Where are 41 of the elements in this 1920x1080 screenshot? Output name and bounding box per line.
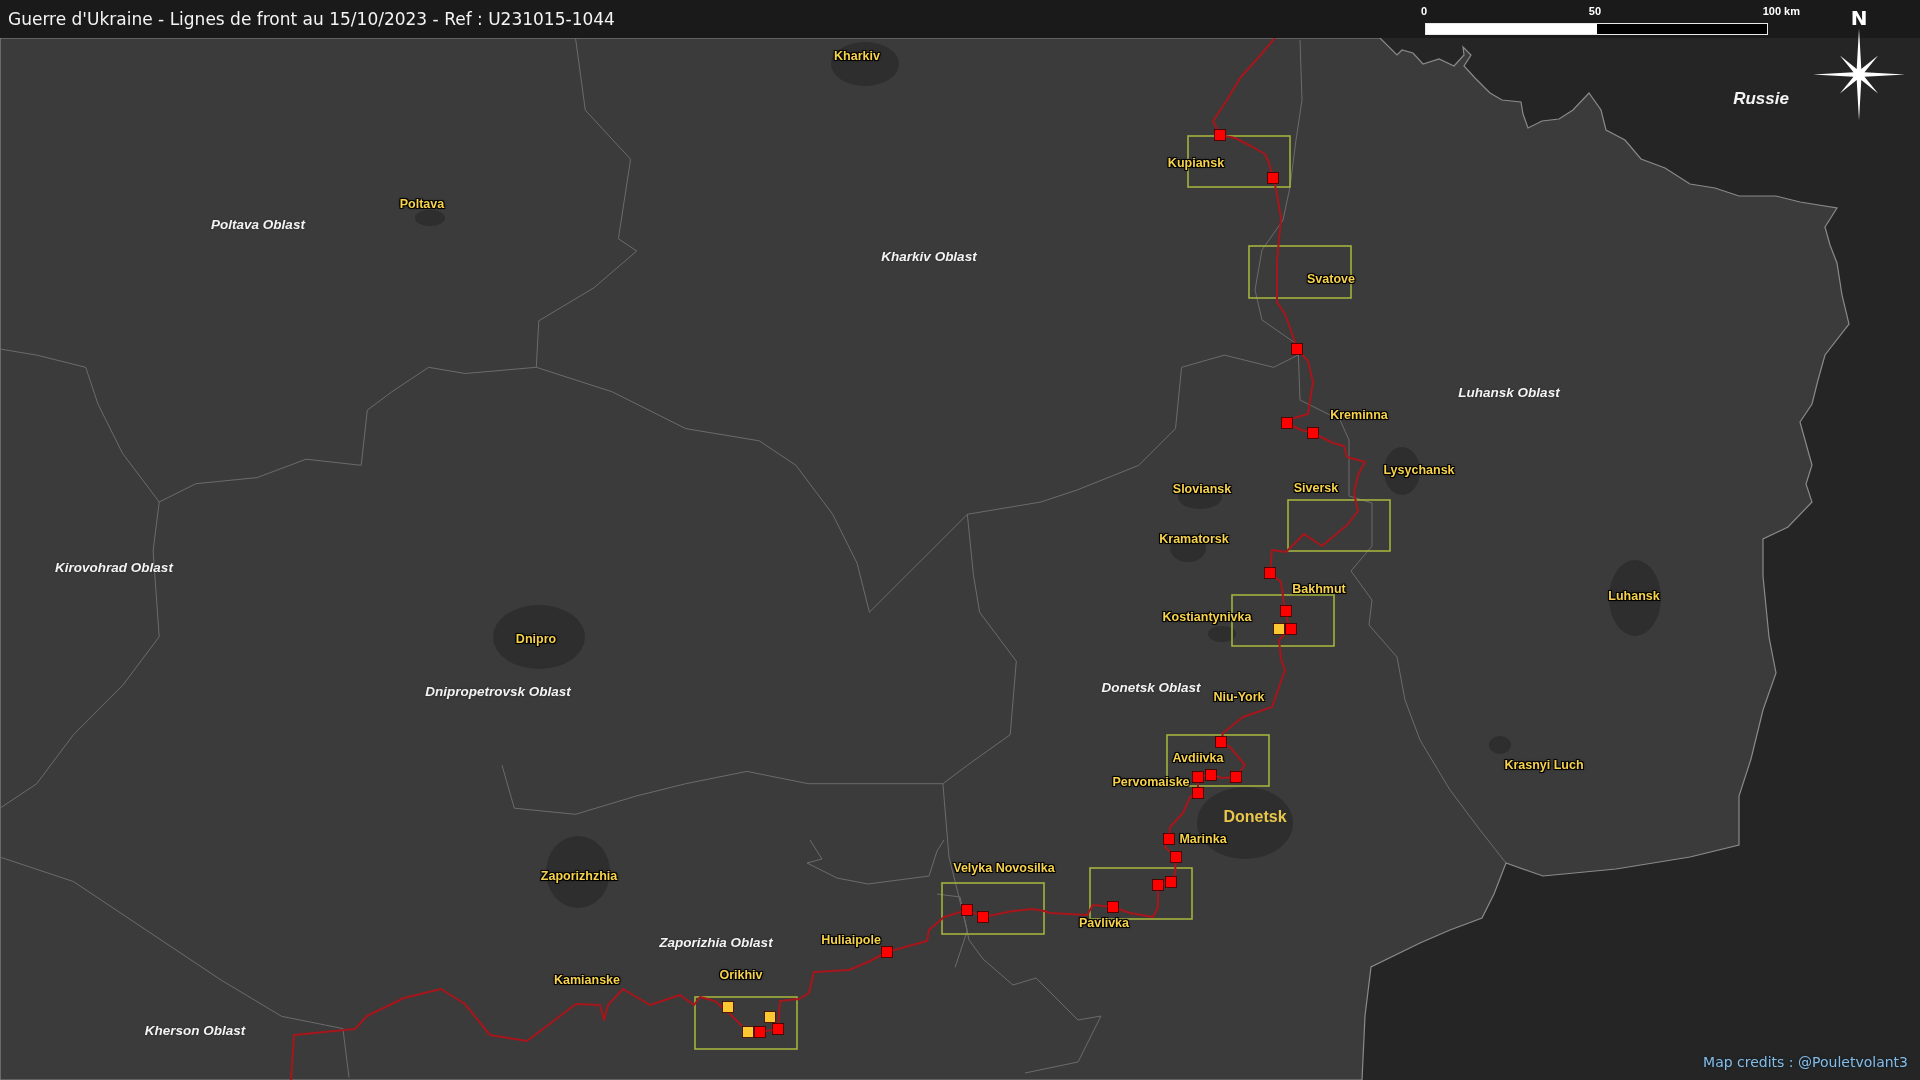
north-label: N bbox=[1850, 8, 1868, 28]
city-label: Orikhiv bbox=[719, 968, 763, 982]
scale-label: 100 km bbox=[1762, 5, 1800, 18]
city-label: Luhansk bbox=[1608, 589, 1660, 603]
city-label: Avdiivka bbox=[1172, 751, 1224, 765]
city-label: Kreminna bbox=[1330, 408, 1388, 422]
oblast-label: Dnipropetrovsk Oblast bbox=[425, 683, 571, 699]
country-label: Russie bbox=[1733, 89, 1789, 109]
city-label: Kamianske bbox=[554, 973, 620, 987]
oblast-label: Kherson Oblast bbox=[144, 1022, 246, 1038]
city-label: Marinka bbox=[1179, 832, 1227, 846]
oblast-label: Poltava Oblast bbox=[211, 216, 305, 232]
city-label: Lysychansk bbox=[1383, 463, 1455, 477]
city-label: Svatove bbox=[1307, 272, 1355, 286]
city-label: Poltava bbox=[399, 197, 445, 211]
city-label: Kupiansk bbox=[1167, 156, 1225, 170]
city-label: Pavlivka bbox=[1079, 916, 1129, 930]
oblast-label: Luhansk Oblast bbox=[1458, 384, 1560, 400]
city-label: Kharkiv bbox=[834, 49, 880, 63]
city-label: Velyka Novosilka bbox=[953, 861, 1055, 875]
oblast-label: Zaporizhia Oblast bbox=[659, 934, 773, 950]
city-label: Sloviansk bbox=[1172, 482, 1232, 496]
scale-label: 0 bbox=[1421, 5, 1428, 18]
city-label: Niu-York bbox=[1213, 690, 1265, 704]
urban-area bbox=[1208, 626, 1236, 642]
city-label: Kramatorsk bbox=[1159, 532, 1229, 546]
oblast-label: Donetsk Oblast bbox=[1101, 679, 1201, 695]
city-label: Donetsk bbox=[1223, 808, 1287, 826]
city-label: Pervomaiske bbox=[1112, 775, 1190, 789]
scale-label: 50 bbox=[1588, 5, 1602, 18]
oblast-label: Kirovohrad Oblast bbox=[55, 559, 173, 575]
map-title: Guerre d'Ukraine - Lignes de front au 15/10/2023 - Ref : U231015-1044 bbox=[8, 9, 615, 29]
city-label: Huliaipole bbox=[821, 933, 881, 947]
city-label: Siversk bbox=[1293, 481, 1339, 495]
city-label: Dnipro bbox=[515, 632, 557, 646]
oblast-label: Kharkiv Oblast bbox=[881, 248, 977, 264]
city-label: Bakhmut bbox=[1292, 582, 1346, 596]
city-label: Zaporizhzhia bbox=[540, 869, 618, 883]
city-label: Krasnyi Luch bbox=[1504, 758, 1584, 772]
city-label: Kostiantynivka bbox=[1162, 610, 1252, 624]
map-credits: Map credits : @Pouletvolant3 bbox=[1703, 1054, 1908, 1070]
